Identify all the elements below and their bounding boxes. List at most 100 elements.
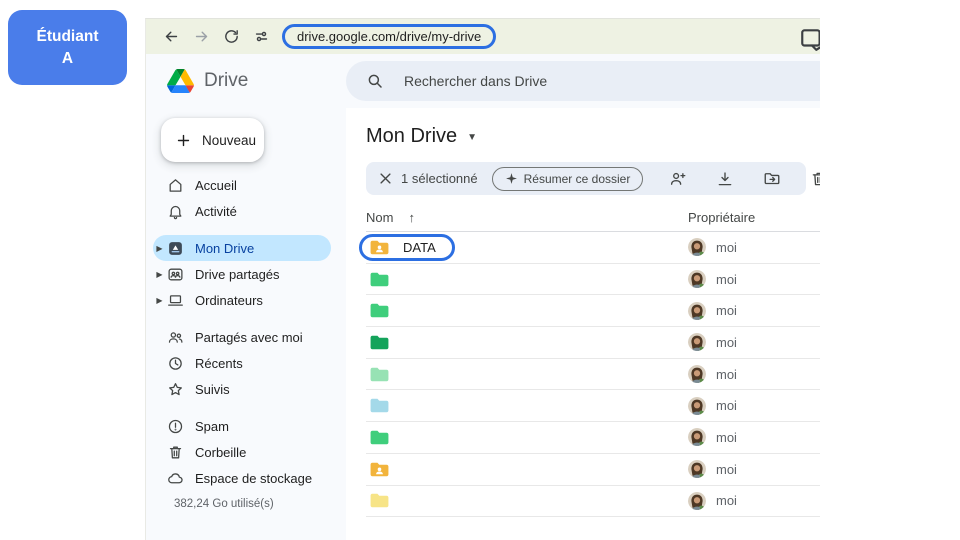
sidebar-item-activity[interactable]: ▶ Activité — [153, 198, 331, 224]
file-name-cell[interactable] — [359, 424, 422, 451]
table-row[interactable]: moi — [366, 295, 820, 327]
file-name-cell[interactable] — [359, 329, 422, 356]
owner-cell: moi — [688, 302, 820, 320]
owner-avatar[interactable] — [688, 492, 706, 510]
owner-name: moi — [716, 462, 737, 477]
download-icon[interactable] — [713, 167, 737, 191]
computers-icon — [166, 291, 184, 309]
close-icon[interactable] — [378, 167, 393, 191]
table-row[interactable]: moi — [366, 327, 820, 359]
owner-avatar[interactable] — [688, 397, 706, 415]
folder-icon — [369, 429, 390, 446]
summarize-folder-label: Résumer ce dossier — [524, 172, 631, 186]
shared-folder-icon — [369, 239, 390, 256]
file-name-cell[interactable] — [359, 361, 422, 388]
owner-avatar[interactable] — [688, 333, 706, 351]
table-row[interactable]: moi — [366, 454, 820, 486]
new-button[interactable]: Nouveau — [161, 118, 264, 162]
file-name-cell[interactable] — [359, 266, 422, 293]
owner-avatar[interactable] — [688, 365, 706, 383]
search-icon[interactable] — [358, 64, 392, 98]
owner-cell: moi — [688, 428, 820, 446]
table-row[interactable]: moi — [366, 422, 820, 454]
sidebar-item-computers[interactable]: ▶ Ordinateurs — [153, 287, 331, 313]
search-bar[interactable]: Rechercher dans Drive — [346, 61, 820, 101]
sidebar-group: ▶ Accueil ▶ Activité — [153, 172, 346, 224]
table-row[interactable]: DATA moi — [366, 232, 820, 264]
starred-icon — [166, 380, 184, 398]
column-header-name[interactable]: Nom — [366, 210, 393, 225]
file-name-cell[interactable] — [359, 487, 422, 514]
sort-ascending-icon[interactable]: ↑ — [408, 210, 415, 225]
owner-cell: moi — [688, 397, 820, 415]
browser-tab-icon[interactable] — [799, 26, 820, 48]
table-row[interactable]: moi — [366, 486, 820, 518]
sidebar-item-storage[interactable]: ▶ Espace de stockage — [153, 465, 331, 491]
shared-folder-icon — [369, 461, 390, 478]
table-row[interactable]: moi — [366, 359, 820, 391]
sidebar-item-label: Corbeille — [195, 445, 246, 460]
owner-avatar[interactable] — [688, 460, 706, 478]
share-person-add-icon[interactable] — [666, 167, 690, 191]
sidebar-item-spam[interactable]: ▶ Spam — [153, 413, 331, 439]
file-name-cell[interactable] — [359, 392, 422, 419]
expand-caret-icon[interactable]: ▶ — [153, 296, 166, 305]
owner-avatar[interactable] — [688, 270, 706, 288]
shared-drives-icon — [166, 265, 184, 283]
sidebar-item-label: Récents — [195, 356, 243, 371]
owner-name: moi — [716, 493, 737, 508]
expand-caret-icon[interactable]: ▶ — [153, 270, 166, 279]
storage-used-text: 382,24 Go utilisé(s) — [174, 498, 346, 510]
owner-cell: moi — [688, 270, 820, 288]
owner-name: moi — [716, 398, 737, 413]
folder-icon — [369, 492, 390, 509]
sidebar-item-label: Partagés avec moi — [195, 330, 303, 345]
sidebar-item-my-drive[interactable]: ▶ Mon Drive — [153, 235, 331, 261]
url-annotation-oval: drive.google.com/drive/my-drive — [282, 24, 496, 49]
spam-icon — [166, 417, 184, 435]
forward-icon[interactable] — [186, 22, 216, 52]
trash-icon[interactable] — [807, 167, 820, 191]
sidebar-group: ▶ Partagés avec moi ▶ Récents ▶ Suivis — [153, 324, 346, 402]
folder-icon — [369, 397, 390, 414]
folder-icon — [369, 302, 390, 319]
owner-cell: moi — [688, 333, 820, 351]
file-name-cell-annotated[interactable]: DATA — [359, 234, 455, 261]
summarize-folder-button[interactable]: Résumer ce dossier — [492, 167, 644, 191]
file-name-cell[interactable] — [359, 456, 422, 483]
url-text[interactable]: drive.google.com/drive/my-drive — [297, 29, 481, 44]
my-drive-icon — [166, 239, 184, 257]
selected-count: 1 sélectionné — [401, 171, 478, 186]
sidebar-item-trash[interactable]: ▶ Corbeille — [153, 439, 331, 465]
sidebar-item-label: Spam — [195, 419, 229, 434]
owner-cell: moi — [688, 238, 820, 256]
owner-avatar[interactable] — [688, 428, 706, 446]
sidebar-item-label: Ordinateurs — [195, 293, 263, 308]
site-settings-icon[interactable] — [246, 22, 276, 52]
table-row[interactable]: moi — [366, 390, 820, 422]
file-name-cell[interactable] — [359, 297, 422, 324]
expand-caret-icon[interactable]: ▶ — [153, 244, 166, 253]
back-icon[interactable] — [156, 22, 186, 52]
owner-avatar[interactable] — [688, 302, 706, 320]
sidebar-item-recent[interactable]: ▶ Récents — [153, 350, 331, 376]
sidebar: Nouveau ▶ Accueil ▶ Activité ▶ Mon Drive… — [146, 108, 346, 540]
page-title[interactable]: Mon Drive ▼ — [366, 121, 496, 151]
sidebar-item-shared-drives[interactable]: ▶ Drive partagés — [153, 261, 331, 287]
recent-icon — [166, 354, 184, 372]
sidebar-item-shared-with-me[interactable]: ▶ Partagés avec moi — [153, 324, 331, 350]
table-row[interactable]: moi — [366, 264, 820, 296]
home-icon — [166, 176, 184, 194]
sidebar-item-starred[interactable]: ▶ Suivis — [153, 376, 331, 402]
drive-logo-area[interactable]: Drive — [146, 69, 346, 93]
search-placeholder[interactable]: Rechercher dans Drive — [404, 73, 547, 89]
sidebar-item-home[interactable]: ▶ Accueil — [153, 172, 331, 198]
owner-name: moi — [716, 303, 737, 318]
column-header-owner[interactable]: Propriétaire — [688, 210, 755, 225]
sidebar-item-label: Suivis — [195, 382, 230, 397]
drive-body: Nouveau ▶ Accueil ▶ Activité ▶ Mon Drive… — [146, 108, 820, 540]
browser-window: drive.google.com/drive/my-drive — [145, 18, 820, 540]
owner-avatar[interactable] — [688, 238, 706, 256]
reload-icon[interactable] — [216, 22, 246, 52]
move-to-folder-icon[interactable] — [760, 167, 784, 191]
